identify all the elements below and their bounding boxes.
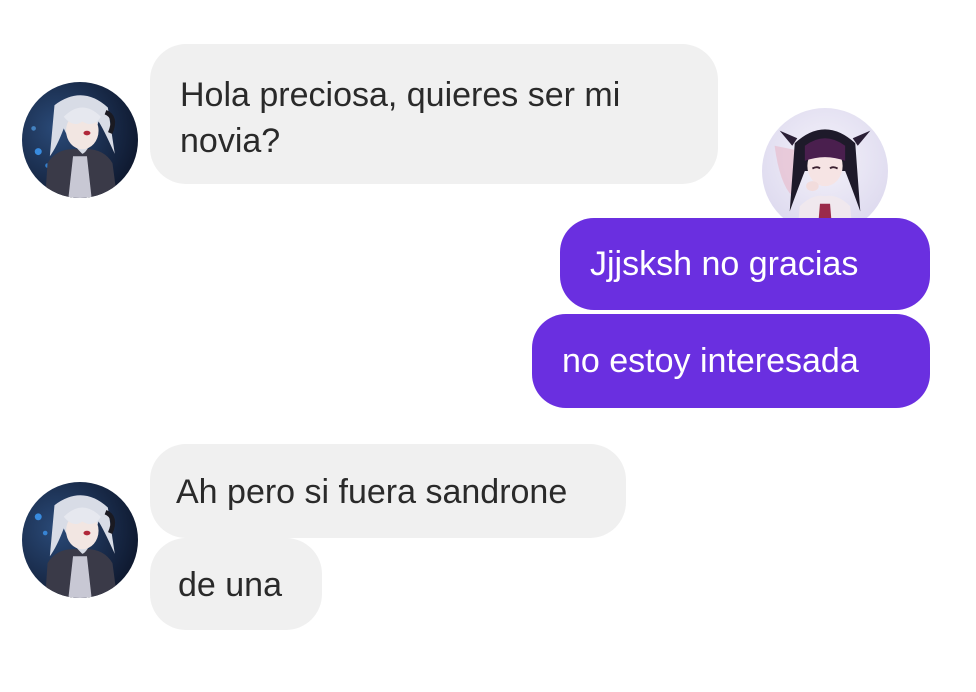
- message-text: no estoy interesada: [562, 342, 859, 380]
- incoming-message[interactable]: Ah pero si fuera sandrone: [150, 444, 626, 538]
- contact-avatar-image: [22, 82, 138, 198]
- outgoing-message[interactable]: no estoy interesada: [532, 314, 930, 408]
- message-text: Jjjsksh no gracias: [590, 245, 859, 283]
- contact-avatar-image: [22, 482, 138, 598]
- contact-avatar[interactable]: [22, 482, 138, 598]
- incoming-message[interactable]: Hola preciosa, quieres ser mi novia?: [150, 44, 718, 184]
- outgoing-message[interactable]: Jjjsksh no gracias: [560, 218, 930, 310]
- message-text: de una: [178, 566, 282, 604]
- contact-avatar[interactable]: [22, 82, 138, 198]
- user-avatar-image: [762, 108, 888, 234]
- message-text: Hola preciosa, quieres ser mi novia?: [180, 76, 621, 160]
- message-text: Ah pero si fuera sandrone: [176, 473, 568, 511]
- incoming-message[interactable]: de una: [150, 538, 322, 630]
- chat-thread: Hola preciosa, quieres ser mi novia? Jjj…: [0, 0, 976, 692]
- user-avatar[interactable]: [762, 108, 888, 234]
